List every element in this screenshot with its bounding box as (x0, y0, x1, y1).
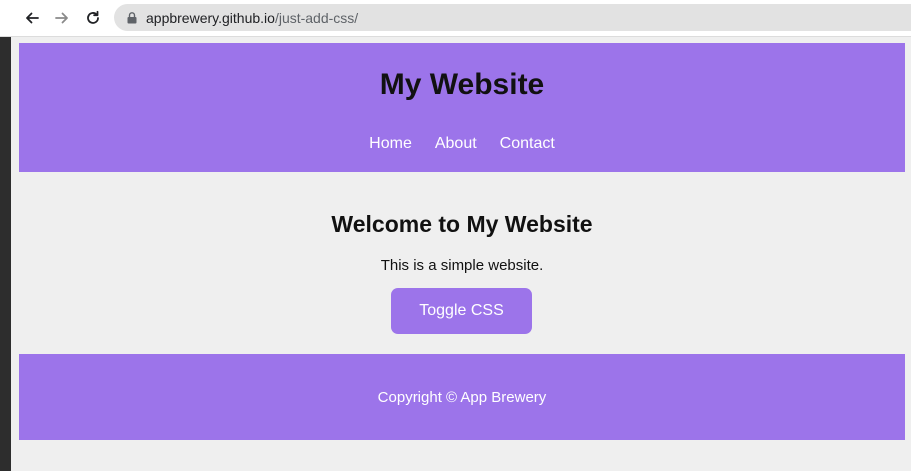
url-text[interactable]: appbrewery.github.io/just-add-css/ (146, 10, 358, 26)
copyright-text: Copyright © App Brewery (377, 388, 547, 406)
nav-link-contact[interactable]: Contact (500, 135, 555, 153)
nav-link-about[interactable]: About (435, 135, 477, 153)
site-header: My Website Home About Contact (19, 43, 905, 172)
back-arrow-icon (26, 12, 39, 24)
back-button[interactable] (20, 6, 44, 30)
browser-window: appbrewery.github.io/just-add-css/ My We… (0, 0, 911, 471)
intro-text: This is a simple website. (380, 257, 544, 274)
web-page: My Website Home About Contact Welcome to… (11, 37, 911, 471)
site-title: My Website (379, 68, 545, 101)
forward-arrow-icon (55, 12, 68, 24)
forward-button[interactable] (50, 6, 74, 30)
site-footer: Copyright © App Brewery (19, 354, 905, 440)
welcome-heading: Welcome to My Website (331, 211, 593, 237)
reload-icon (87, 10, 99, 24)
site-nav: Home About Contact (19, 135, 905, 153)
lock-icon[interactable] (125, 11, 139, 25)
url-host: appbrewery.github.io (146, 9, 275, 26)
toggle-css-button[interactable]: Toggle CSS (391, 288, 532, 334)
main-content: Welcome to My Website This is a simple w… (19, 172, 905, 354)
url-path: /just-add-css/ (274, 9, 359, 26)
nav-link-home[interactable]: Home (369, 135, 412, 153)
browser-toolbar: appbrewery.github.io/just-add-css/ (0, 0, 911, 37)
window-edge (0, 0, 11, 471)
address-bar[interactable]: appbrewery.github.io/just-add-css/ (114, 4, 911, 31)
reload-button[interactable] (81, 6, 105, 30)
